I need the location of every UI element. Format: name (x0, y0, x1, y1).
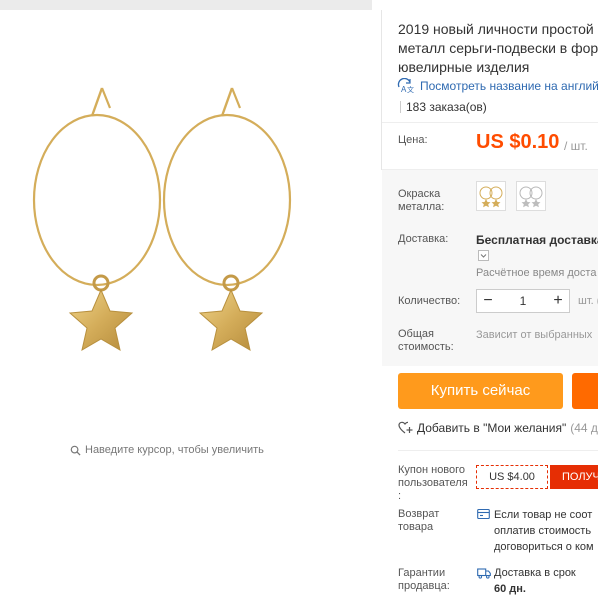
color-swatch-silver[interactable] (516, 181, 546, 211)
color-label: Окраска металла: (398, 188, 444, 214)
heart-plus-icon (398, 421, 413, 434)
magnifier-icon (70, 445, 81, 456)
coupon-label-line: Купон нового (398, 464, 466, 476)
guarantee-text-line: Доставка в срок (494, 567, 576, 579)
orders-count: 183 заказа(ов) (400, 100, 487, 114)
coupon-label-line: пользователя (398, 477, 468, 489)
shipping-dropdown[interactable] (478, 250, 489, 261)
product-image[interactable] (20, 80, 350, 380)
price-label: Цена: (398, 134, 428, 146)
translate-link-text[interactable]: Посмотреть название на англий (420, 79, 598, 93)
product-title-line: металл серьги-подвески в фор (398, 40, 598, 56)
quantity-input[interactable]: 1 (499, 290, 547, 312)
coupon-label-line: : (398, 490, 402, 502)
zoom-hint: Наведите курсор, чтобы увеличить (70, 444, 264, 456)
guarantee-label-line: продавца: (398, 580, 450, 592)
quantity-unit: шт. ( (578, 295, 598, 307)
total-label-line: Общая (398, 328, 434, 340)
product-title-line: ювелирные изделия (398, 59, 530, 75)
svg-text:文: 文 (407, 85, 414, 94)
price-value: US $0.10 (476, 131, 560, 153)
product-title: 2019 новый личности простой металл серьг… (398, 20, 598, 77)
truck-icon (477, 568, 491, 579)
color-label-line: Окраска (398, 188, 441, 200)
quantity-increase-button[interactable]: + (547, 290, 569, 312)
top-strip (0, 0, 372, 10)
guarantee-label-line: Гарантии (398, 567, 446, 579)
zoom-hint-text: Наведите курсор, чтобы увеличить (85, 444, 264, 456)
return-text: Если товар не соот оплатив стоимость дог… (494, 507, 594, 555)
get-coupon-button[interactable]: ПОЛУЧ (550, 465, 598, 489)
quantity-label: Количество: (398, 295, 461, 307)
quantity-decrease-button[interactable]: − (477, 290, 499, 312)
return-text-line: договориться о ком (494, 541, 594, 553)
add-to-cart-button[interactable] (572, 373, 598, 409)
price-box: Цена: US $0.10 / шт. (382, 122, 598, 170)
product-info: 2019 новый личности простой металл серьг… (382, 10, 598, 604)
return-label: Возврат товара (398, 508, 439, 534)
color-label-line: металла: (398, 201, 445, 213)
divider (398, 450, 598, 451)
translate-link[interactable]: A 文 Посмотреть название на англий (396, 78, 598, 94)
product-gallery[interactable]: Наведите курсор, чтобы увеличить (0, 10, 372, 604)
quantity-stepper: − 1 + (476, 289, 570, 313)
total-label: Общая стоимость: (398, 328, 454, 354)
wishlist-link[interactable]: Добавить в "Мои желания" (44 до (398, 421, 598, 435)
return-label-line: Возврат (398, 508, 440, 520)
return-text-line: оплатив стоимость (494, 525, 592, 537)
wishlist-count: (44 до (570, 421, 598, 435)
shipping-time: Расчётное время доста (476, 267, 597, 279)
guarantee-label: Гарантии продавца: (398, 567, 450, 593)
shipping-label: Доставка: (398, 233, 449, 245)
buy-now-button[interactable]: Купить сейчас (398, 373, 563, 409)
product-title-line: 2019 новый личности простой (398, 21, 594, 37)
wishlist-text[interactable]: Добавить в "Мои желания" (417, 421, 566, 435)
translate-icon: A 文 (397, 78, 414, 94)
wallet-icon (477, 508, 490, 520)
return-label-line: товара (398, 521, 434, 533)
return-text-line: Если товар не соот (494, 509, 593, 521)
coupon-label: Купон нового пользователя : (398, 464, 468, 503)
guarantee-text: Доставка в срок 60 дн. (494, 565, 576, 597)
total-label-line: стоимость: (398, 341, 454, 353)
color-swatch-gold[interactable] (476, 181, 506, 211)
total-value: Зависит от выбранных (476, 329, 593, 341)
shipping-value: Бесплатная доставка (476, 233, 598, 247)
guarantee-days: 60 дн. (494, 583, 526, 595)
coupon-value: US $4.00 (476, 465, 548, 489)
chevron-down-icon (480, 254, 487, 258)
price-unit: / шт. (564, 139, 588, 153)
